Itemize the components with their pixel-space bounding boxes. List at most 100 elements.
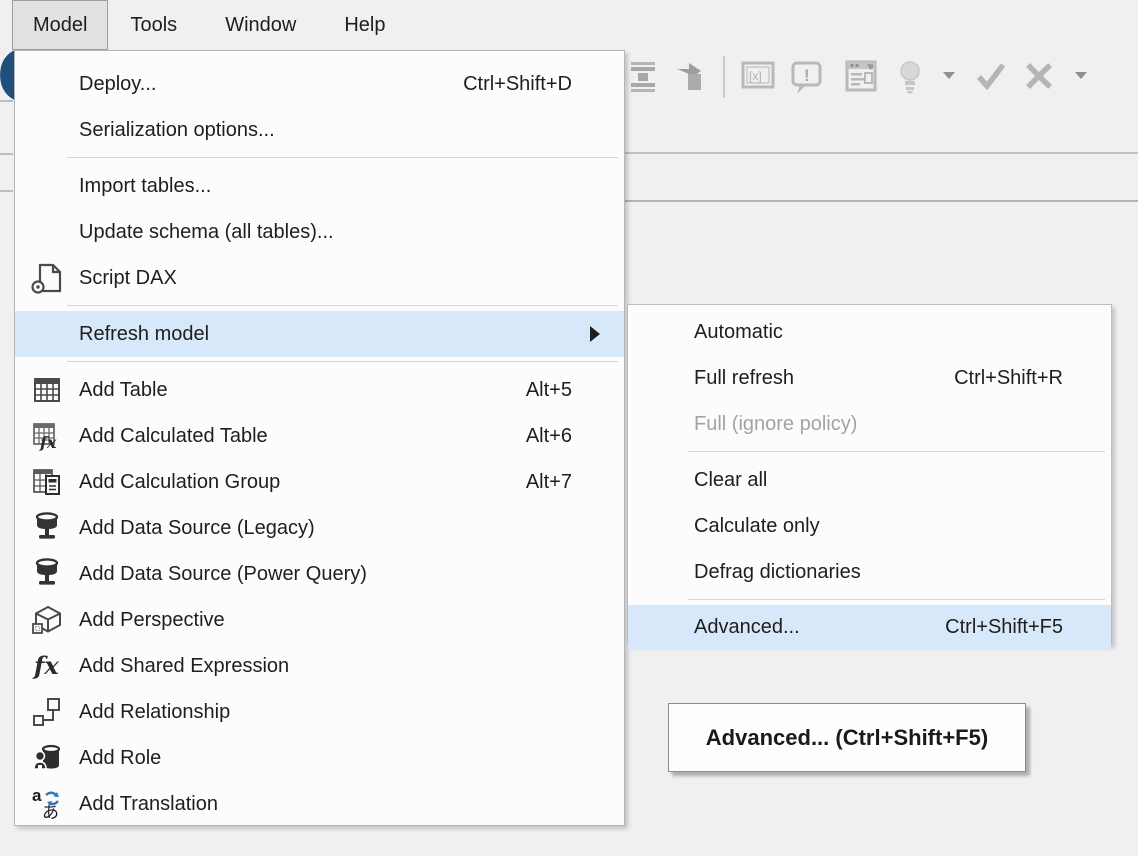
menu-item-refresh-model[interactable]: Refresh model xyxy=(15,311,624,357)
menu-item-add-relationship[interactable]: Add Relationship xyxy=(15,689,624,735)
app-logo-partial: C xyxy=(0,40,14,125)
menu-item-update-schema[interactable]: Update schema (all tables)... xyxy=(15,209,624,255)
calculated-table-icon: fx xyxy=(15,421,79,451)
menu-item-label: Add Relationship xyxy=(79,701,624,724)
svg-text:あ: あ xyxy=(42,803,59,821)
comment-warning-icon[interactable]: ! xyxy=(790,60,824,101)
svg-text:fx: fx xyxy=(39,433,57,451)
menu-item-label: Automatic xyxy=(694,321,1111,344)
submenu-arrow-icon xyxy=(590,326,600,342)
menu-separator xyxy=(67,157,618,158)
menu-item-label: Clear all xyxy=(694,469,1111,492)
data-source-icon xyxy=(15,558,79,590)
menu-item-label: Advanced... xyxy=(694,616,945,639)
menu-item-shortcut: Alt+5 xyxy=(526,379,624,402)
menu-item-shortcut: Ctrl+Shift+F5 xyxy=(945,616,1111,639)
submenu-item-automatic[interactable]: Automatic xyxy=(628,309,1111,355)
script-dax-icon xyxy=(15,262,79,294)
submenu-item-clear-all[interactable]: Clear all xyxy=(628,457,1111,503)
model-menu: Deploy... Ctrl+Shift+D Serialization opt… xyxy=(14,50,625,826)
menu-item-add-translation[interactable]: a あ Add Translation xyxy=(15,781,624,827)
advanced-tooltip: Advanced... (Ctrl+Shift+F5) xyxy=(668,703,1026,772)
dropdown-caret-icon[interactable] xyxy=(1075,72,1087,79)
column-icon[interactable] xyxy=(629,60,657,99)
tooltip-text: Advanced... (Ctrl+Shift+F5) xyxy=(706,725,988,751)
menu-item-import-tables[interactable]: Import tables... xyxy=(15,163,624,209)
menu-item-label: Full refresh xyxy=(694,367,954,390)
menubar-item-window[interactable]: Window xyxy=(207,0,314,50)
toolbar-separator xyxy=(723,56,725,98)
textbox-icon[interactable]: [x] xyxy=(741,60,775,95)
menu-item-label: Add Shared Expression xyxy=(79,655,624,678)
menu-item-serialization-options[interactable]: Serialization options... xyxy=(15,107,624,153)
menu-item-label: Add Calculation Group xyxy=(79,471,526,494)
check-icon[interactable] xyxy=(975,60,1007,97)
svg-text:a: a xyxy=(32,787,42,805)
app-window: C Model Tools Window Help [x] xyxy=(0,0,1138,856)
menu-item-label: Add Data Source (Legacy) xyxy=(79,517,624,540)
table-icon xyxy=(15,375,79,405)
submenu-item-full-refresh[interactable]: Full refresh Ctrl+Shift+R xyxy=(628,355,1111,401)
dropdown-caret-icon[interactable] xyxy=(943,72,955,79)
translation-icon: a あ xyxy=(15,787,79,821)
menu-item-shortcut: Alt+7 xyxy=(526,471,624,494)
svg-text:[x]: [x] xyxy=(749,69,762,83)
menu-separator xyxy=(67,305,618,306)
menu-item-label: Script DAX xyxy=(79,267,624,290)
menu-item-label: Add Role xyxy=(79,747,624,770)
menu-separator xyxy=(67,361,618,362)
menu-item-label: Defrag dictionaries xyxy=(694,561,1111,584)
menu-item-add-calculation-group[interactable]: Add Calculation Group Alt+7 xyxy=(15,459,624,505)
menu-item-shortcut: Alt+6 xyxy=(526,425,624,448)
submenu-item-calculate-only[interactable]: Calculate only xyxy=(628,503,1111,549)
submenu-item-advanced[interactable]: Advanced... Ctrl+Shift+F5 xyxy=(628,605,1111,649)
menu-item-script-dax[interactable]: Script DAX xyxy=(15,255,624,301)
svg-text:fx: fx xyxy=(32,651,59,680)
menu-item-label: Deploy... xyxy=(79,73,463,96)
menu-item-label: Import tables... xyxy=(79,175,624,198)
menu-item-label: Add Calculated Table xyxy=(79,425,526,448)
properties-window-icon[interactable] xyxy=(845,60,877,97)
calculation-group-icon xyxy=(15,467,79,497)
content-top-border xyxy=(625,200,1138,202)
menu-item-label: Serialization options... xyxy=(79,119,624,142)
submenu-item-full-ignore-policy: Full (ignore policy) xyxy=(628,401,1111,447)
menu-item-label: Refresh model xyxy=(79,323,590,346)
toolbar-bottom-border xyxy=(625,152,1138,154)
submenu-item-defrag-dictionaries[interactable]: Defrag dictionaries xyxy=(628,549,1111,595)
menu-item-label: Add Translation xyxy=(79,793,624,816)
relationship-icon xyxy=(15,696,79,728)
menu-item-label: Add Table xyxy=(79,379,526,402)
goto-icon[interactable] xyxy=(675,60,705,99)
svg-text:!: ! xyxy=(804,66,810,85)
menu-item-deploy[interactable]: Deploy... Ctrl+Shift+D xyxy=(15,61,624,107)
menubar-item-help[interactable]: Help xyxy=(326,0,403,50)
menu-item-add-role[interactable]: Add Role xyxy=(15,735,624,781)
refresh-model-submenu: Automatic Full refresh Ctrl+Shift+R Full… xyxy=(627,304,1112,645)
lightbulb-icon[interactable] xyxy=(897,60,923,101)
menu-item-add-data-source-power-query[interactable]: Add Data Source (Power Query) xyxy=(15,551,624,597)
fx-icon: fx xyxy=(15,651,79,681)
menu-bar: Model Tools Window Help xyxy=(0,0,1138,50)
close-icon[interactable] xyxy=(1023,60,1055,97)
menu-separator xyxy=(688,599,1105,600)
menu-item-shortcut: Ctrl+Shift+R xyxy=(954,367,1111,390)
menu-item-add-calculated-table[interactable]: fx Add Calculated Table Alt+6 xyxy=(15,413,624,459)
menu-item-add-perspective[interactable]: Add Perspective xyxy=(15,597,624,643)
menu-item-add-data-source-legacy[interactable]: Add Data Source (Legacy) xyxy=(15,505,624,551)
menu-item-label: Calculate only xyxy=(694,515,1111,538)
perspective-cube-icon xyxy=(15,604,79,636)
menu-item-shortcut: Ctrl+Shift+D xyxy=(463,73,624,96)
menu-item-add-shared-expression[interactable]: fx Add Shared Expression xyxy=(15,643,624,689)
data-source-icon xyxy=(15,512,79,544)
menubar-item-tools[interactable]: Tools xyxy=(112,0,195,50)
role-icon xyxy=(15,742,79,774)
menu-item-label: Update schema (all tables)... xyxy=(79,221,624,244)
menu-separator xyxy=(688,451,1105,452)
menu-item-label: Add Data Source (Power Query) xyxy=(79,563,624,586)
menu-item-label: Full (ignore policy) xyxy=(694,413,1111,436)
menu-item-label: Add Perspective xyxy=(79,609,624,632)
panel-divider xyxy=(0,153,13,155)
menu-item-add-table[interactable]: Add Table Alt+5 xyxy=(15,367,624,413)
menubar-item-model[interactable]: Model xyxy=(12,0,108,50)
